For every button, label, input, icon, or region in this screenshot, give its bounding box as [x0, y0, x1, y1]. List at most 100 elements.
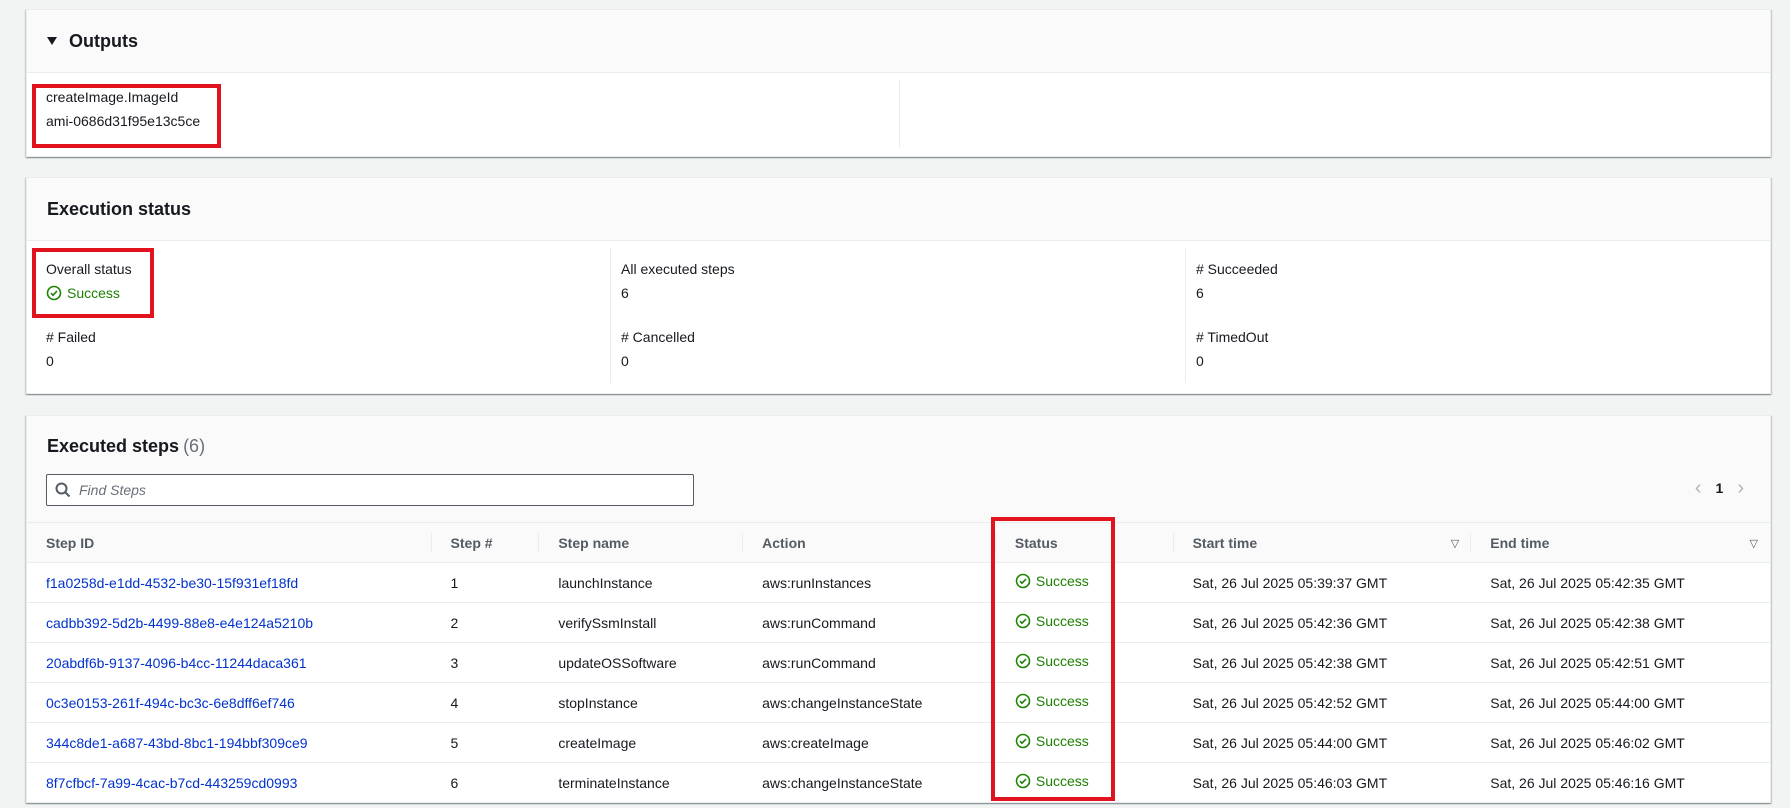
end-time-cell: Sat, 26 Jul 2025 05:46:02 GMT: [1490, 734, 1685, 751]
check-circle-icon: [1015, 733, 1031, 749]
step-num-cell: 3: [450, 654, 459, 671]
step-num-cell: 4: [450, 694, 459, 711]
check-circle-icon: [1015, 653, 1031, 669]
output-key: createImage.ImageId: [46, 89, 179, 105]
column-header-end-time[interactable]: End time ▽: [1471, 523, 1770, 563]
step-id-link[interactable]: 20abdf6b-9137-4096-b4cc-11244daca361: [46, 655, 307, 671]
executed-steps-title: Executed steps: [47, 436, 180, 456]
status-cell: Success: [996, 723, 1174, 763]
status-badge: Success: [1015, 613, 1089, 629]
status-badge: Success: [1015, 773, 1089, 789]
step-id-link[interactable]: 8f7cfbcf-7a99-4cac-b7cd-443259cd0993: [46, 775, 297, 791]
step-id-link[interactable]: 344c8de1-a687-43bd-8bc1-194bbf309ce9: [46, 735, 308, 751]
sort-down-icon[interactable]: ▽: [1451, 537, 1459, 550]
column-header-step-num[interactable]: Step #: [432, 523, 540, 563]
column-header-step-name[interactable]: Step name: [539, 523, 744, 563]
cancelled-label: # Cancelled: [621, 329, 695, 345]
all-executed-steps: All executed steps 6: [621, 261, 735, 301]
overall-status-text: Success: [67, 285, 120, 301]
caret-down-icon[interactable]: [47, 37, 57, 45]
step-name-cell: stopInstance: [558, 694, 638, 711]
cancelled-count: # Cancelled 0: [621, 329, 695, 369]
execution-status-panel: Execution status Overall status Success …: [26, 177, 1771, 394]
step-id-link[interactable]: f1a0258d-e1dd-4532-be30-15f931ef18fd: [46, 575, 298, 591]
table-row: 8f7cfbcf-7a99-4cac-b7cd-443259cd0993 6 t…: [27, 763, 1770, 803]
action-cell: aws:changeInstanceState: [762, 694, 923, 711]
divider: [899, 80, 900, 148]
outputs-title: Outputs: [69, 30, 138, 51]
start-time-cell: Sat, 26 Jul 2025 05:42:52 GMT: [1192, 694, 1388, 711]
step-num-cell: 2: [450, 614, 459, 631]
table-row: f1a0258d-e1dd-4532-be30-15f931ef18fd 1 l…: [27, 563, 1770, 603]
step-name-cell: updateOSSoftware: [558, 654, 677, 671]
sort-down-icon[interactable]: ▽: [1750, 537, 1758, 550]
timedout-value: 0: [1196, 353, 1204, 369]
column-label: Status: [1014, 534, 1058, 551]
column-header-start-time[interactable]: Start time ▽: [1174, 523, 1472, 563]
action-cell: aws:createImage: [762, 734, 869, 751]
executed-steps-header: Executed steps (6): [27, 416, 1770, 522]
check-circle-icon: [1015, 773, 1031, 789]
executed-steps-panel: Executed steps (6) ‹ 1 › Step ID Step # …: [26, 415, 1771, 803]
step-id-cell: 344c8de1-a687-43bd-8bc1-194bbf309ce9: [27, 723, 432, 763]
step-name-cell: launchInstance: [558, 574, 653, 591]
steps-table-body: f1a0258d-e1dd-4532-be30-15f931ef18fd 1 l…: [27, 563, 1770, 803]
divider: [1185, 248, 1186, 383]
succeeded-value: 6: [1196, 285, 1204, 301]
outputs-panel: Outputs createImage.ImageId ami-0686d31f…: [26, 9, 1771, 157]
succeeded-count: # Succeeded 6: [1196, 261, 1278, 301]
step-name-cell: createImage: [558, 734, 637, 751]
overall-status-value: Success: [46, 285, 120, 301]
output-item: createImage.ImageId ami-0686d31f95e13c5c…: [46, 89, 200, 129]
column-header-step-id[interactable]: Step ID: [27, 523, 432, 563]
search-icon: [55, 482, 71, 498]
table-row: 20abdf6b-9137-4096-b4cc-11244daca361 3 u…: [27, 643, 1770, 683]
find-steps-search[interactable]: [46, 474, 694, 506]
start-time-cell: Sat, 26 Jul 2025 05:39:37 GMT: [1192, 574, 1388, 591]
timedout-count: # TimedOut 0: [1196, 329, 1268, 369]
status-badge: Success: [1015, 573, 1089, 589]
execution-status-title: Execution status: [47, 198, 192, 219]
column-header-status[interactable]: Status: [996, 523, 1174, 563]
step-id-cell: 0c3e0153-261f-494c-bc3c-6e8dff6ef746: [27, 683, 432, 723]
start-time-cell: Sat, 26 Jul 2025 05:44:00 GMT: [1192, 734, 1388, 751]
status-text: Success: [1035, 693, 1089, 709]
table-row: cadbb392-5d2b-4499-88e8-e4e124a5210b 2 v…: [27, 603, 1770, 643]
step-id-link[interactable]: 0c3e0153-261f-494c-bc3c-6e8dff6ef746: [46, 695, 295, 711]
step-id-cell: 8f7cfbcf-7a99-4cac-b7cd-443259cd0993: [27, 763, 432, 803]
column-label: Step #: [450, 534, 493, 551]
outputs-header[interactable]: Outputs: [27, 10, 1770, 73]
page-number[interactable]: 1: [1716, 480, 1724, 496]
end-time-cell: Sat, 26 Jul 2025 05:46:16 GMT: [1490, 774, 1685, 791]
status-badge: Success: [1015, 653, 1089, 669]
table-header-row: Step ID Step # Step name Action Status S…: [27, 522, 1770, 563]
step-num-cell: 6: [450, 774, 459, 791]
all-steps-label: All executed steps: [621, 261, 735, 277]
step-name-cell: terminateInstance: [558, 774, 670, 791]
overall-status: Overall status Success: [46, 261, 132, 304]
start-time-cell: Sat, 26 Jul 2025 05:42:38 GMT: [1192, 654, 1388, 671]
table-row: 0c3e0153-261f-494c-bc3c-6e8dff6ef746 4 s…: [27, 683, 1770, 723]
output-value: ami-0686d31f95e13c5ce: [46, 113, 201, 129]
search-input[interactable]: [79, 482, 659, 498]
chevron-left-icon[interactable]: ‹: [1695, 478, 1702, 498]
status-cell: Success: [996, 763, 1174, 803]
start-time-cell: Sat, 26 Jul 2025 05:46:03 GMT: [1192, 774, 1388, 791]
step-num-cell: 1: [450, 574, 459, 591]
status-cell: Success: [996, 603, 1174, 643]
step-id-link[interactable]: cadbb392-5d2b-4499-88e8-e4e124a5210b: [46, 615, 313, 631]
failed-count: # Failed 0: [46, 329, 96, 369]
failed-value: 0: [46, 353, 54, 369]
action-cell: aws:runInstances: [762, 574, 872, 591]
step-id-cell: 20abdf6b-9137-4096-b4cc-11244daca361: [27, 643, 432, 683]
start-time-cell: Sat, 26 Jul 2025 05:42:36 GMT: [1192, 614, 1388, 631]
column-label: Action: [762, 534, 806, 551]
column-header-action[interactable]: Action: [743, 523, 996, 563]
chevron-right-icon[interactable]: ›: [1737, 478, 1744, 498]
status-badge: Success: [1015, 693, 1089, 709]
status-text: Success: [1035, 573, 1089, 589]
check-circle-icon: [1015, 613, 1031, 629]
pagination: ‹ 1 ›: [1695, 478, 1744, 498]
column-label: Start time: [1192, 534, 1258, 551]
all-steps-value: 6: [621, 285, 629, 301]
